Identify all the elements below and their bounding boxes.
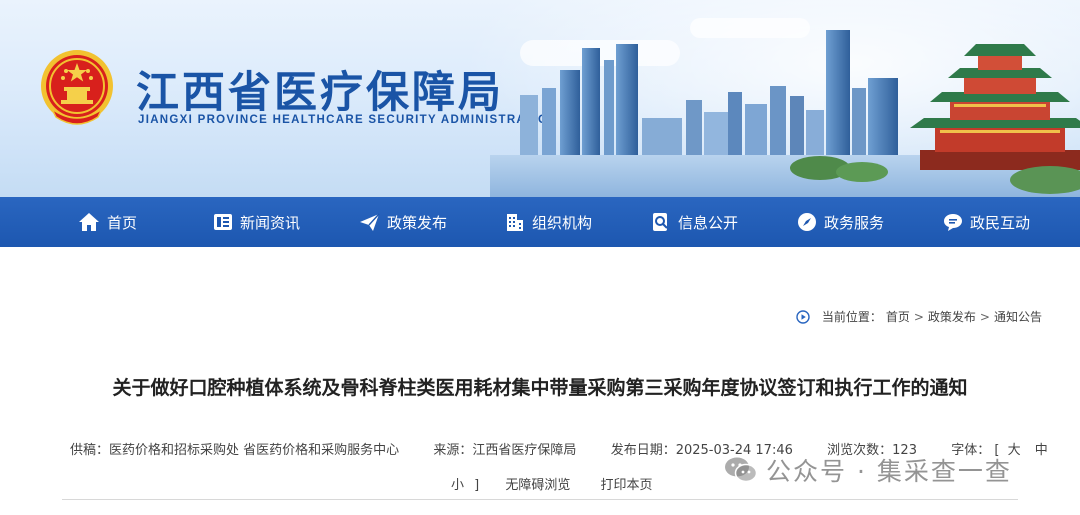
breadcrumb: 当前位置： 首页 > 政策发布 > 通知公告	[796, 308, 1042, 325]
nav-item-label: 组织机构	[532, 213, 593, 232]
accessible-browse-link[interactable]: 无障碍浏览	[505, 478, 570, 493]
article-title: 关于做好口腔种植体系统及骨科脊柱类医用耗材集中带量采购第三采购年度协议签订和执行…	[112, 377, 968, 399]
nav-item-home[interactable]: 首页	[78, 197, 137, 247]
info-search-icon	[653, 213, 668, 231]
play-circle-icon	[796, 309, 810, 324]
city-skyline-illustration	[490, 30, 1080, 197]
breadcrumb-notices[interactable]: 通知公告	[994, 308, 1042, 325]
building-icon	[507, 214, 523, 231]
site-title: 江西省医疗保障局	[136, 68, 504, 118]
font-medium-button[interactable]: 中	[1035, 443, 1048, 458]
chat-icon	[944, 214, 962, 231]
nav-item-organization[interactable]: 组织机构	[505, 197, 592, 247]
watermark: 公众号 · 集采查一查	[724, 452, 1012, 488]
meta-supplier: 供稿：医药价格和招标采购处 省医药价格和采购服务中心	[70, 443, 400, 458]
breadcrumb-separator: >	[979, 309, 990, 324]
nav-item-label: 新闻资讯	[240, 213, 301, 232]
watermark-text: 公众号 · 集采查一查	[766, 457, 1012, 486]
font-small-button[interactable]: 小	[451, 478, 464, 493]
nav-item-gov-service[interactable]: 政务服务	[797, 197, 884, 247]
news-icon	[214, 214, 232, 230]
nav-item-news[interactable]: 新闻资讯	[213, 197, 300, 247]
print-page-link[interactable]: 打印本页	[601, 478, 653, 493]
article-meta-row2: 小 ] 无障碍浏览 打印本页	[451, 474, 653, 493]
meta-divider	[62, 499, 1018, 500]
compass-icon	[798, 213, 816, 231]
home-icon	[79, 213, 99, 231]
breadcrumb-policy[interactable]: 政策发布	[928, 308, 976, 325]
nav-item-label: 政民互动	[970, 213, 1031, 232]
main-nav: 首页 新闻资讯 政策发布 组织机构 信息公开 政务服务 政民互动	[0, 197, 1080, 247]
nav-item-label: 政务服务	[824, 213, 885, 232]
nav-item-label: 信息公开	[678, 213, 739, 232]
meta-source: 来源：江西省医疗保障局	[433, 443, 577, 458]
nav-item-label: 政策发布	[387, 213, 448, 232]
nav-item-info-disclosure[interactable]: 信息公开	[651, 197, 738, 247]
nav-item-interaction[interactable]: 政民互动	[943, 197, 1030, 247]
nav-item-label: 首页	[107, 213, 138, 232]
paper-plane-icon	[360, 213, 380, 231]
breadcrumb-home[interactable]: 首页	[886, 308, 910, 325]
breadcrumb-separator: >	[913, 309, 924, 324]
site-banner: 江西省医疗保障局 JIANGXI PROVINCE HEALTHCARE SEC…	[0, 0, 1080, 197]
national-emblem-icon	[41, 50, 113, 125]
font-bracket-close: ]	[474, 478, 480, 493]
wechat-icon	[725, 457, 758, 483]
breadcrumb-prefix: 当前位置：	[821, 310, 882, 324]
pavilion	[910, 44, 1080, 170]
nav-item-policy[interactable]: 政策发布	[359, 197, 447, 247]
